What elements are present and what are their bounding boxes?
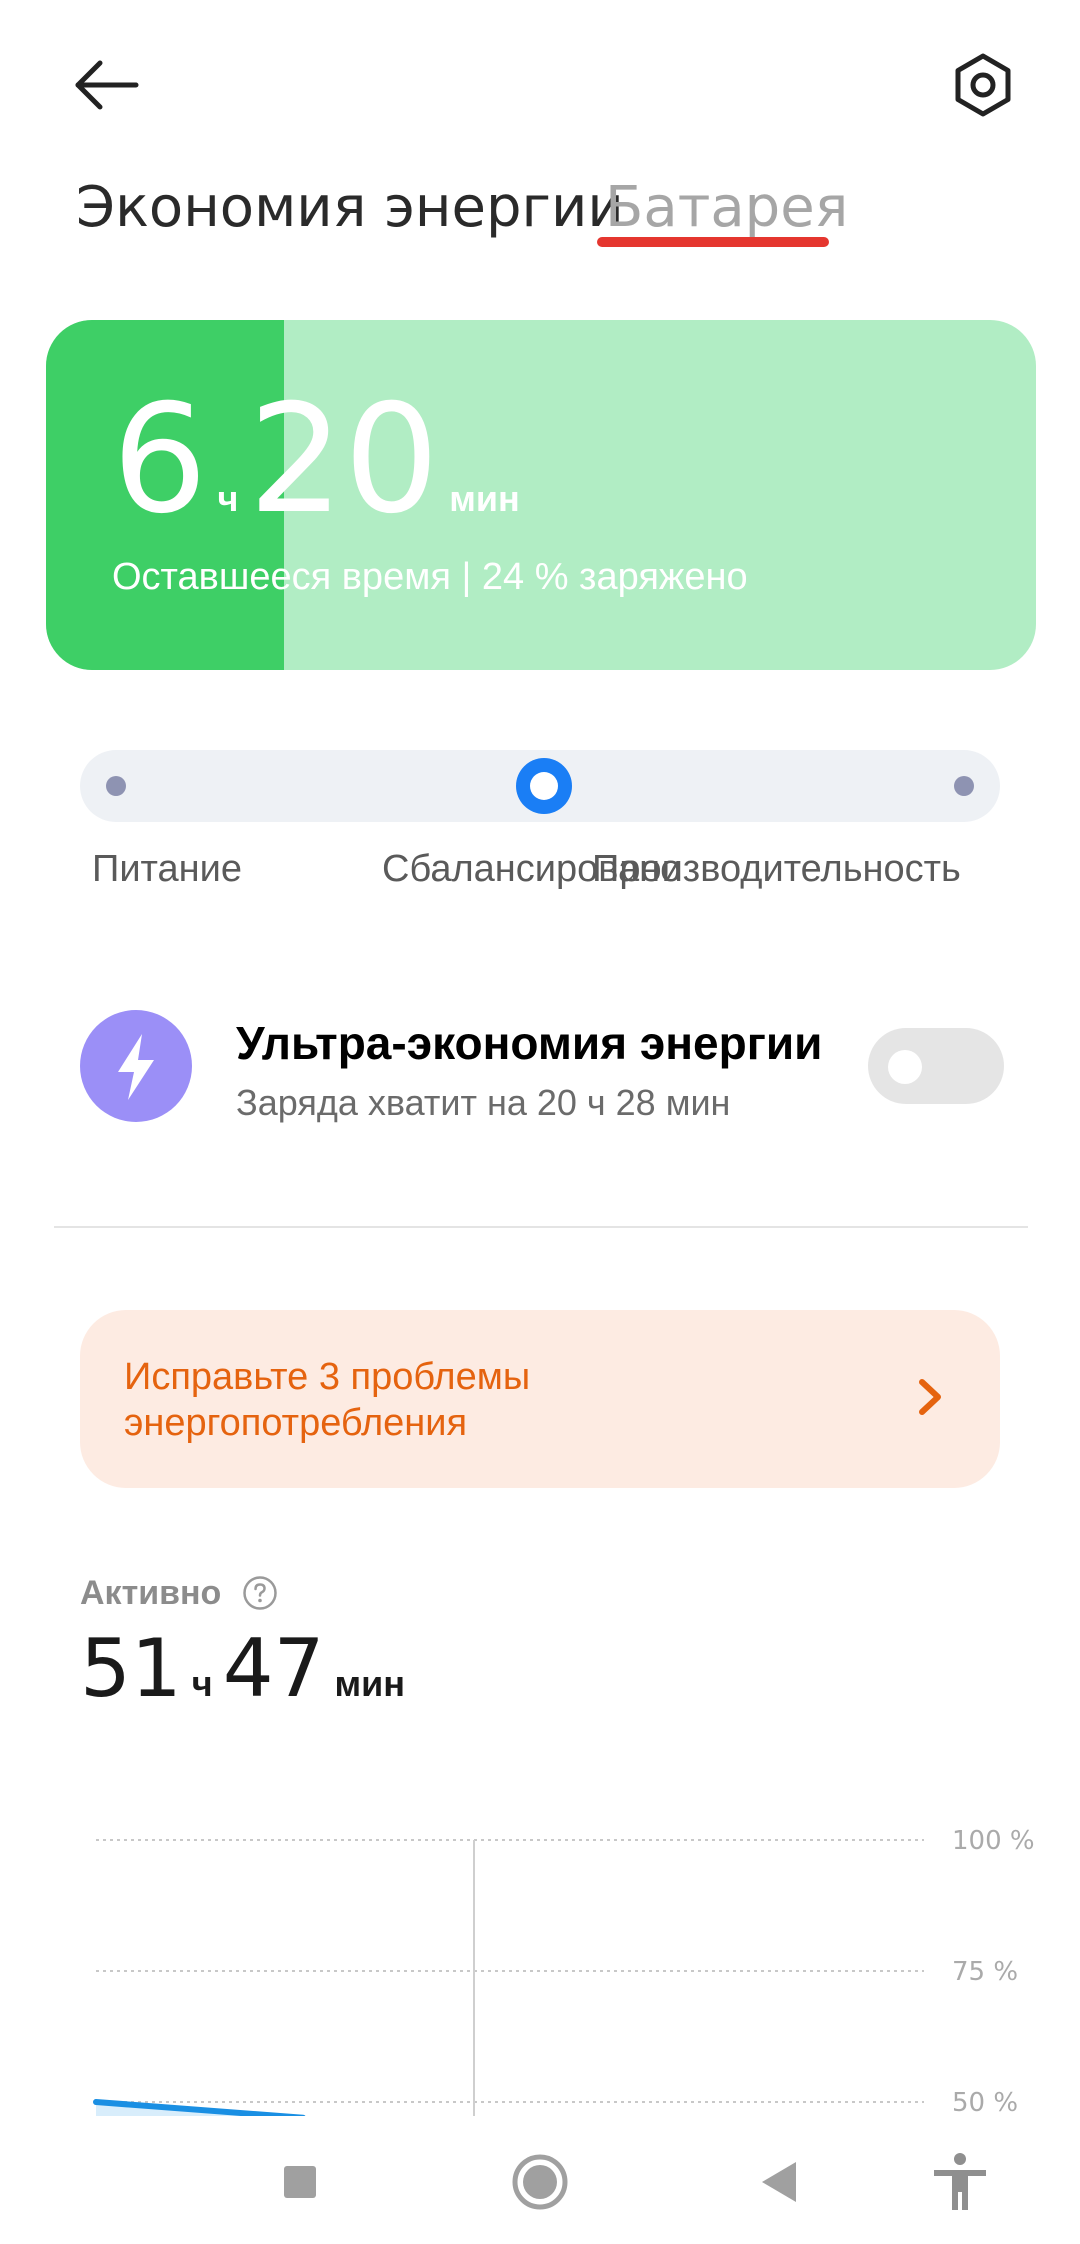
- chart-y-tick-label: 100 %: [952, 1826, 1035, 1856]
- home-icon: [512, 2154, 568, 2210]
- active-time: 51 ч 47 мин: [80, 1622, 415, 1715]
- gear-icon: [955, 53, 1011, 117]
- mode-label-performance[interactable]: Производительность: [592, 848, 961, 891]
- ultra-saving-subtitle: Заряда хватит на 20 ч 28 мин: [236, 1082, 731, 1123]
- chart-y-tick-label: 75 %: [952, 1957, 1018, 1987]
- active-hours: 51: [80, 1622, 182, 1715]
- remaining-minutes: 20: [248, 373, 440, 547]
- mode-dot-power[interactable]: [106, 776, 126, 796]
- active-minutes: 47: [222, 1622, 325, 1715]
- fix-issues-line2: энергопотребления: [124, 1402, 468, 1444]
- back-button[interactable]: [70, 50, 150, 120]
- recents-icon: [284, 2166, 316, 2198]
- remaining-subtitle: Оставшееся время | 24 % заряжено: [112, 556, 748, 598]
- ultra-saving-row[interactable]: Ультра-экономия энергии Заряда хватит на…: [0, 980, 1080, 1160]
- active-label: Активно: [80, 1574, 222, 1612]
- hours-unit: ч: [217, 478, 239, 519]
- accessibility-icon: [934, 2153, 986, 2210]
- tab-bar: Экономия энергии Батарея: [0, 165, 1080, 265]
- battery-chart: 100 % 75 % 50 %: [0, 1800, 1080, 2116]
- minutes-unit: мин: [449, 478, 520, 519]
- divider: [54, 1226, 1028, 1228]
- lightning-icon: [118, 1034, 154, 1100]
- active-minutes-unit: мин: [334, 1663, 406, 1704]
- toggle-knob: [888, 1050, 922, 1084]
- mode-slider[interactable]: [80, 750, 1000, 822]
- ultra-saving-title: Ультра-экономия энергии: [236, 1017, 823, 1069]
- remaining-time: 6 ч20 мин: [112, 385, 530, 535]
- back-nav-button[interactable]: [748, 2150, 812, 2214]
- mode-dot-performance[interactable]: [954, 776, 974, 796]
- battery-card: 6 ч20 мин Оставшееся время | 24 % заряжено: [46, 320, 1036, 670]
- top-bar: [0, 0, 1080, 170]
- chevron-right-icon: [919, 1379, 941, 1415]
- back-icon: [762, 2162, 796, 2202]
- tab-battery[interactable]: Батарея: [605, 175, 848, 240]
- help-icon[interactable]: [242, 1575, 278, 1611]
- mode-slider-knob[interactable]: [516, 758, 572, 814]
- chart-y-tick-label: 50 %: [952, 2088, 1018, 2116]
- arrow-left-icon: [75, 60, 139, 110]
- home-button[interactable]: [508, 2150, 572, 2214]
- fix-issues-text: Исправьте 3 проблемы энергопотребления: [124, 1354, 530, 1446]
- tab-energy-saving[interactable]: Экономия энергии: [76, 175, 624, 240]
- tab-active-indicator: [597, 237, 829, 247]
- accessibility-button[interactable]: [928, 2150, 992, 2214]
- battery-chart-svg: 100 % 75 % 50 %: [93, 1826, 1035, 2116]
- active-hours-unit: ч: [191, 1663, 213, 1704]
- settings-button[interactable]: [948, 50, 1018, 120]
- fix-issues-card[interactable]: Исправьте 3 проблемы энергопотребления: [80, 1310, 1000, 1488]
- ultra-saving-toggle[interactable]: [868, 1028, 1004, 1104]
- fix-issues-line1: Исправьте 3 проблемы: [124, 1356, 531, 1398]
- ultra-saving-badge: [80, 1010, 192, 1122]
- recents-button[interactable]: [268, 2150, 332, 2214]
- remaining-hours: 6: [112, 373, 208, 547]
- mode-label-power[interactable]: Питание: [92, 848, 242, 891]
- system-nav-bar: [0, 2116, 1080, 2244]
